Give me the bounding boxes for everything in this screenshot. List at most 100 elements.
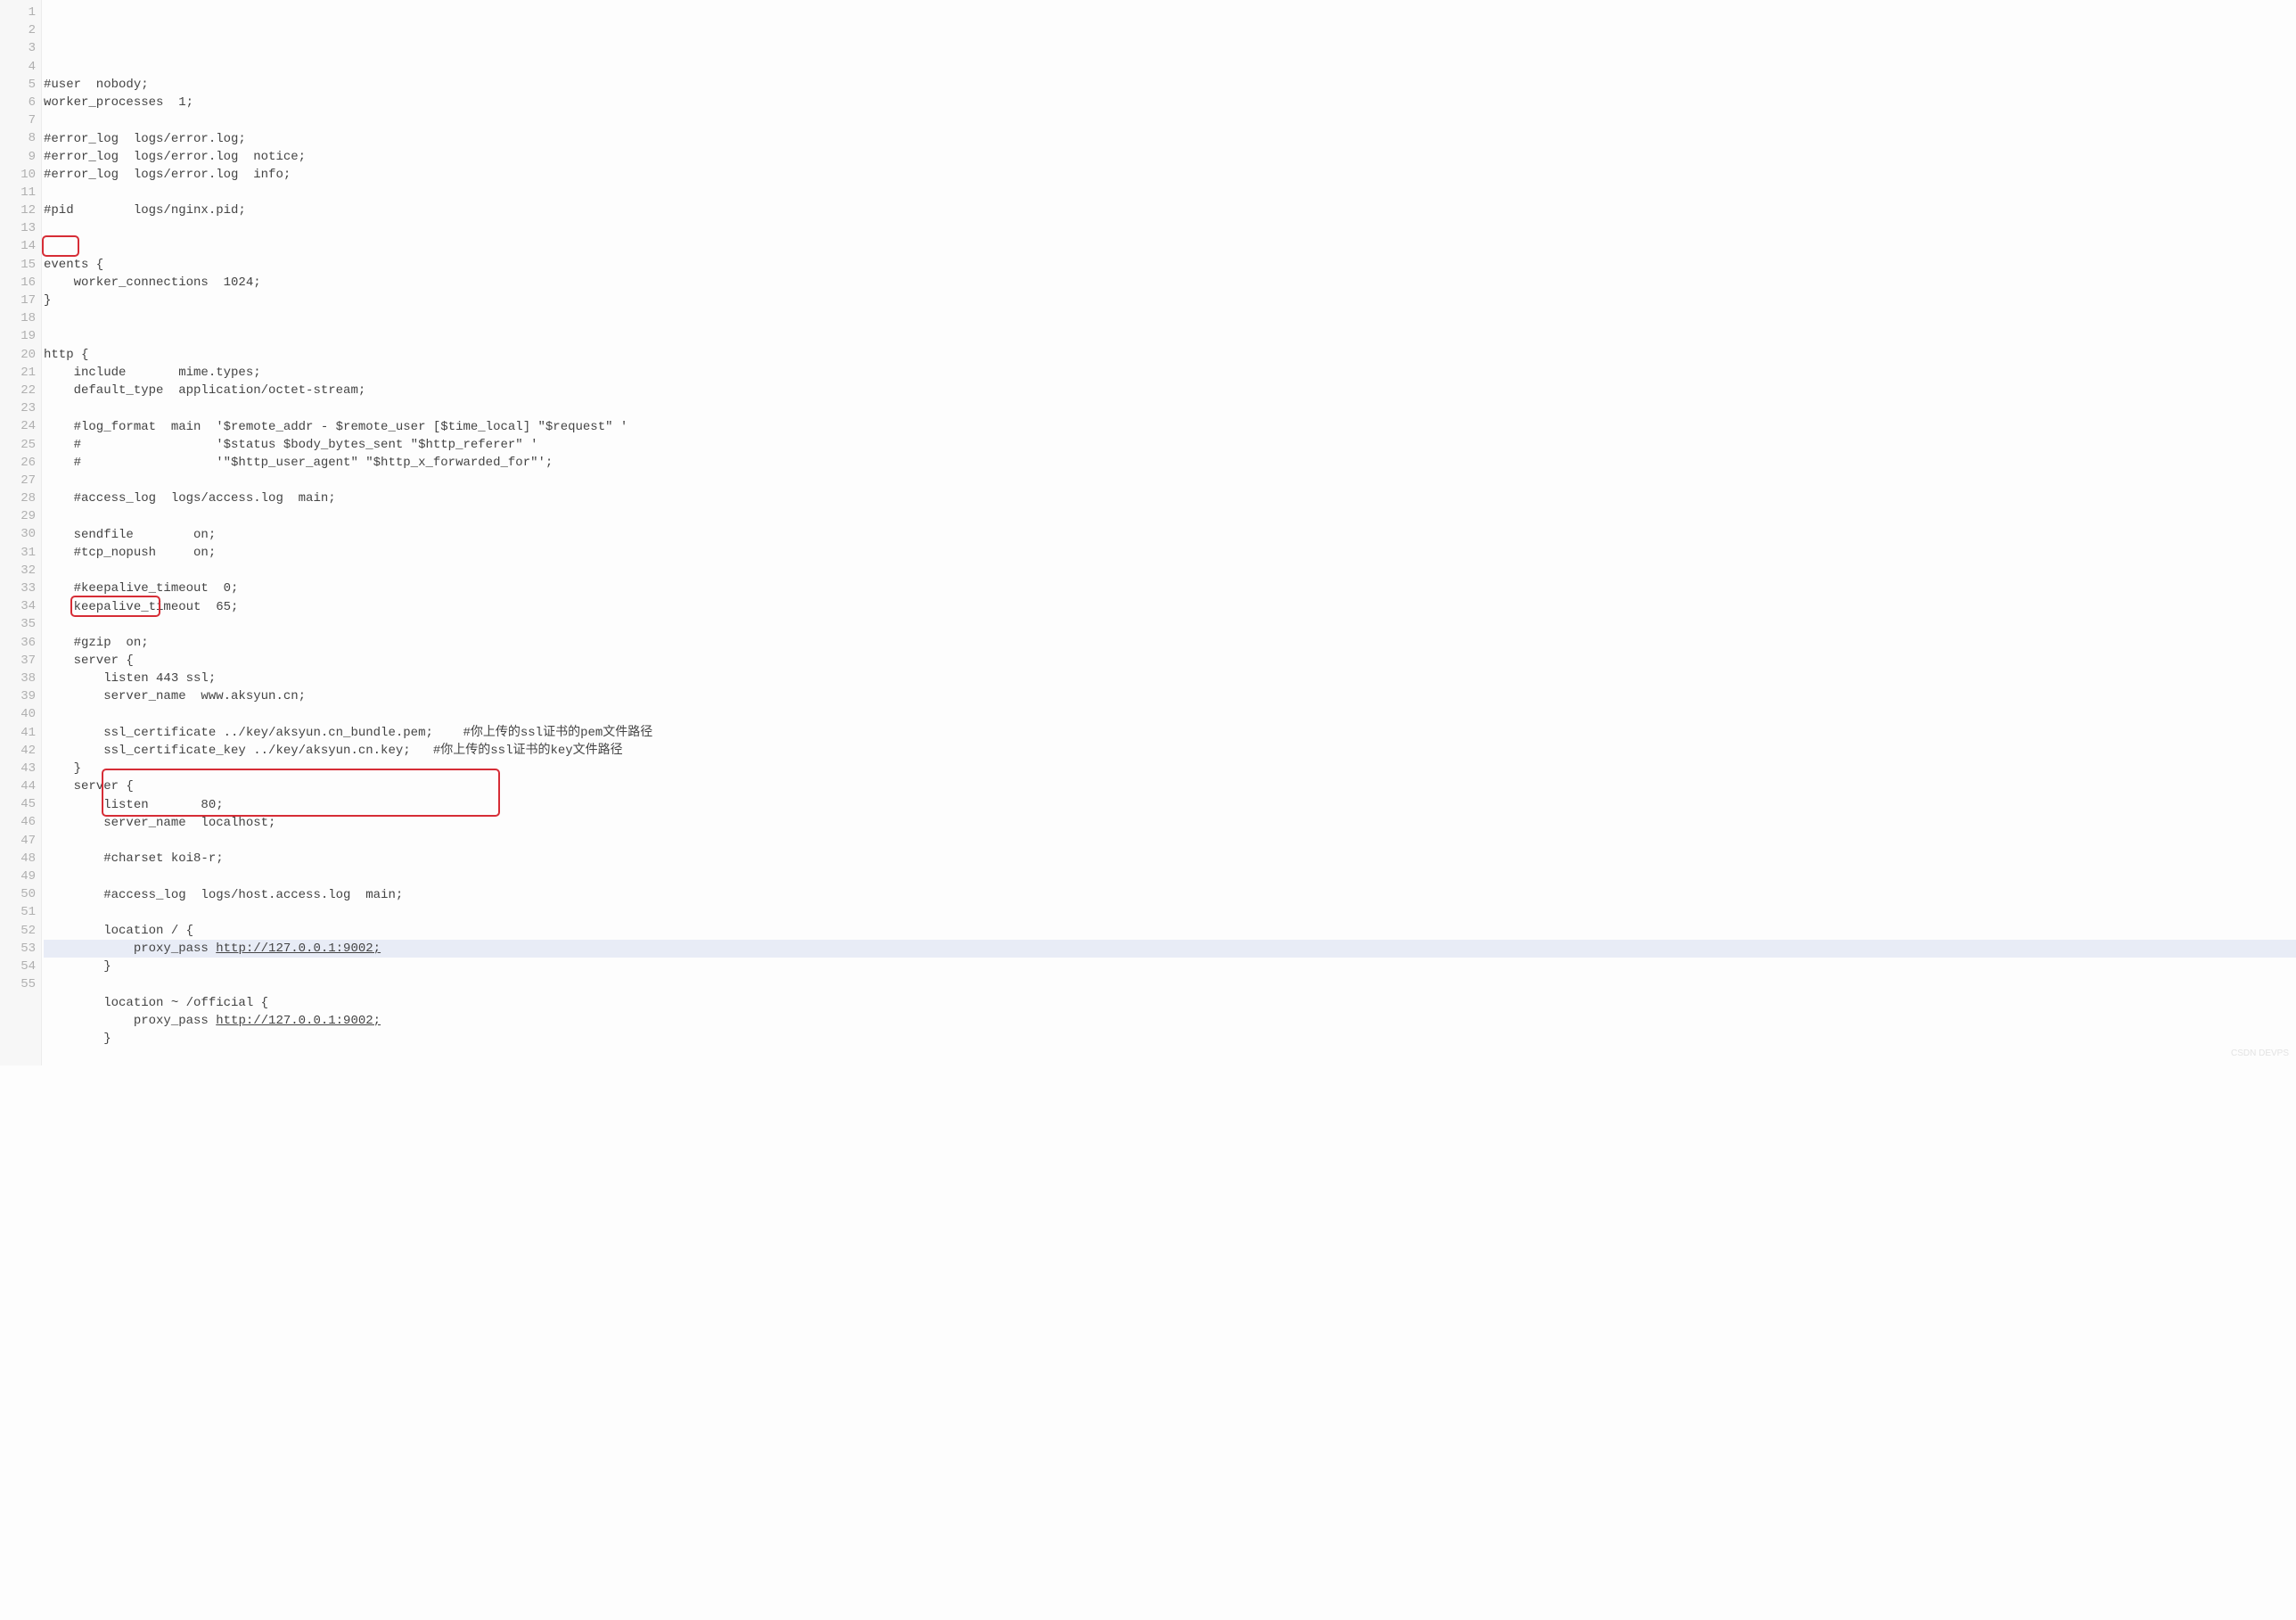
line-number: 45 bbox=[4, 795, 36, 813]
line-number: 11 bbox=[4, 184, 36, 201]
code-line: #user nobody; bbox=[44, 76, 2296, 94]
code-line: #pid logs/nginx.pid; bbox=[44, 201, 2296, 219]
code-line: #charset koi8-r; bbox=[44, 850, 2296, 868]
code-line bbox=[44, 868, 2296, 885]
code-line: } bbox=[44, 292, 2296, 309]
code-line: } bbox=[44, 1030, 2296, 1048]
code-line: server { bbox=[44, 652, 2296, 670]
line-number: 52 bbox=[4, 922, 36, 940]
code-line: server_name www.aksyun.cn; bbox=[44, 687, 2296, 705]
line-number: 8 bbox=[4, 129, 36, 147]
line-number: 51 bbox=[4, 903, 36, 921]
code-line bbox=[44, 111, 2296, 129]
line-number: 35 bbox=[4, 615, 36, 633]
line-number: 29 bbox=[4, 507, 36, 525]
line-number: 53 bbox=[4, 940, 36, 958]
line-number: 16 bbox=[4, 274, 36, 292]
code-line bbox=[44, 58, 2296, 76]
line-number: 33 bbox=[4, 580, 36, 597]
code-line: #error_log logs/error.log notice; bbox=[44, 148, 2296, 166]
line-number: 3 bbox=[4, 39, 36, 57]
code-line: server_name localhost; bbox=[44, 814, 2296, 832]
line-number: 36 bbox=[4, 634, 36, 652]
line-number: 41 bbox=[4, 724, 36, 742]
code-line bbox=[44, 328, 2296, 346]
line-number: 13 bbox=[4, 219, 36, 237]
code-line bbox=[44, 975, 2296, 993]
line-number: 26 bbox=[4, 454, 36, 472]
line-number: 21 bbox=[4, 364, 36, 382]
code-line: listen 80; bbox=[44, 796, 2296, 814]
code-line bbox=[44, 238, 2296, 256]
code-line: # '"$http_user_agent" "$http_x_forwarded… bbox=[44, 454, 2296, 472]
line-number: 27 bbox=[4, 472, 36, 489]
code-line bbox=[44, 562, 2296, 580]
code-line: #error_log logs/error.log; bbox=[44, 130, 2296, 148]
line-number: 31 bbox=[4, 544, 36, 562]
line-number: 20 bbox=[4, 346, 36, 364]
line-number: 54 bbox=[4, 958, 36, 975]
code-line bbox=[44, 508, 2296, 526]
code-line: keepalive_timeout 65; bbox=[44, 598, 2296, 616]
line-number: 19 bbox=[4, 327, 36, 345]
code-line: #gzip on; bbox=[44, 634, 2296, 652]
code-line: } bbox=[44, 760, 2296, 777]
code-line bbox=[44, 832, 2296, 850]
line-number: 37 bbox=[4, 652, 36, 670]
line-number: 48 bbox=[4, 850, 36, 868]
line-number: 15 bbox=[4, 256, 36, 274]
code-line bbox=[44, 706, 2296, 724]
code-line: location ~ /official { bbox=[44, 994, 2296, 1012]
code-line: http { bbox=[44, 346, 2296, 364]
code-line bbox=[44, 399, 2296, 417]
line-number: 12 bbox=[4, 201, 36, 219]
code-line bbox=[44, 472, 2296, 489]
code-line: proxy_pass http://127.0.0.1:9002; bbox=[44, 1012, 2296, 1030]
line-number: 38 bbox=[4, 670, 36, 687]
code-line: proxy_pass http://127.0.0.1:9002; bbox=[44, 940, 2296, 958]
code-editor: 1234567891011121314151617181920212223242… bbox=[0, 0, 2296, 1065]
line-number: 23 bbox=[4, 399, 36, 417]
code-line: } bbox=[44, 958, 2296, 975]
code-line: #tcp_nopush on; bbox=[44, 544, 2296, 562]
line-number: 39 bbox=[4, 687, 36, 705]
code-line: #access_log logs/host.access.log main; bbox=[44, 886, 2296, 904]
line-number: 17 bbox=[4, 292, 36, 309]
code-line bbox=[44, 310, 2296, 328]
line-number: 30 bbox=[4, 525, 36, 543]
line-number: 49 bbox=[4, 868, 36, 885]
code-line bbox=[44, 904, 2296, 922]
code-line: listen 443 ssl; bbox=[44, 670, 2296, 687]
line-number: 32 bbox=[4, 562, 36, 580]
code-line: ssl_certificate_key ../key/aksyun.cn.key… bbox=[44, 742, 2296, 760]
line-number: 55 bbox=[4, 975, 36, 993]
code-line: default_type application/octet-stream; bbox=[44, 382, 2296, 399]
line-number: 5 bbox=[4, 76, 36, 94]
line-number: 6 bbox=[4, 94, 36, 111]
line-number: 43 bbox=[4, 760, 36, 777]
code-line: location / { bbox=[44, 922, 2296, 940]
code-line: # '$status $body_bytes_sent "$http_refer… bbox=[44, 436, 2296, 454]
line-number: 28 bbox=[4, 489, 36, 507]
code-line: worker_connections 1024; bbox=[44, 274, 2296, 292]
line-number: 10 bbox=[4, 166, 36, 184]
line-number: 7 bbox=[4, 111, 36, 129]
line-number: 40 bbox=[4, 705, 36, 723]
line-number-gutter: 1234567891011121314151617181920212223242… bbox=[0, 0, 42, 1065]
watermark: CSDN DEVPS bbox=[2231, 1048, 2289, 1061]
line-number: 50 bbox=[4, 885, 36, 903]
line-number: 18 bbox=[4, 309, 36, 327]
code-line: server { bbox=[44, 777, 2296, 795]
code-pane: #user nobody;worker_processes 1; #error_… bbox=[42, 0, 2296, 1065]
code-line: include mime.types; bbox=[44, 364, 2296, 382]
line-number: 46 bbox=[4, 813, 36, 831]
code-line bbox=[44, 220, 2296, 238]
url-link[interactable]: http://127.0.0.1:9002; bbox=[216, 1014, 381, 1028]
code-line: #error_log logs/error.log info; bbox=[44, 166, 2296, 184]
line-number: 44 bbox=[4, 777, 36, 795]
line-number: 47 bbox=[4, 832, 36, 850]
line-number: 2 bbox=[4, 21, 36, 39]
line-number: 24 bbox=[4, 417, 36, 435]
code-line: events { bbox=[44, 256, 2296, 274]
url-link[interactable]: http://127.0.0.1:9002; bbox=[216, 942, 381, 956]
